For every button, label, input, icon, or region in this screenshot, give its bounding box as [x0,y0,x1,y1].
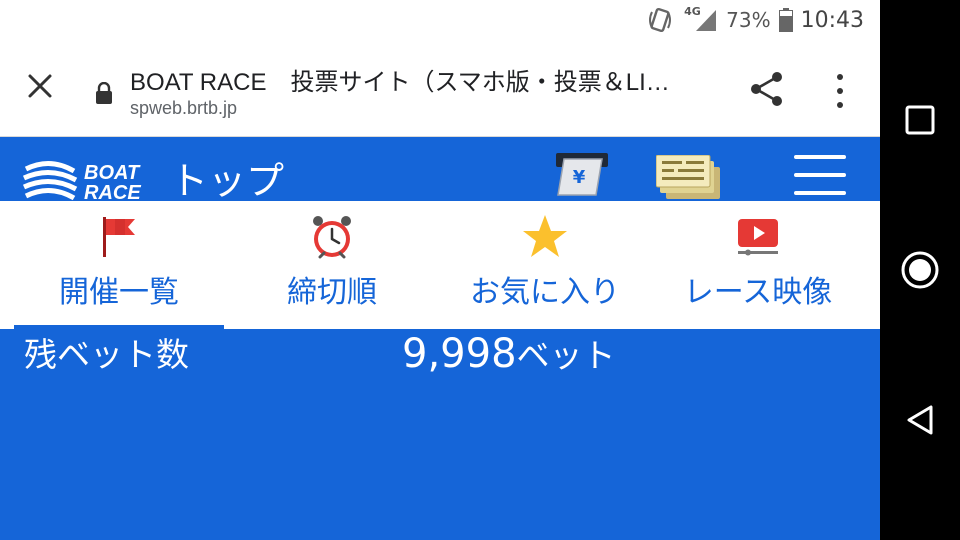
menu-line-icon [794,191,846,195]
main-tab-bar: 開催一覧 締切順 お気に入り レース映像 [0,201,880,329]
main-content: 残ベット数 9,998ベット [0,329,880,540]
tab-label: 締切順 [287,275,377,310]
yen-symbol: ¥ [573,167,586,188]
video-icon [738,219,778,256]
tab-label: 開催一覧 [59,275,179,310]
more-dot-icon [837,88,843,94]
close-icon [28,74,52,98]
tab-favorites[interactable]: お気に入り [444,201,646,329]
nfc-vibrate-icon [649,7,672,33]
browser-toolbar: BOAT RACE 投票サイト（スマホ版・投票＆LI… spweb.brtb.j… [0,40,880,137]
back-triangle-icon [907,405,933,435]
remaining-bets-number: 9,998 [402,331,517,377]
signal-strength: 4G [684,5,718,33]
tab-race-video[interactable]: レース映像 [660,201,856,329]
remaining-bets-label: 残ベット数 [24,335,189,374]
share-icon[interactable] [746,68,788,110]
tab-label: レース映像 [683,275,833,310]
home-button[interactable] [898,248,942,292]
lock-icon [96,82,112,104]
more-options-button[interactable] [824,70,856,112]
remaining-bets-value: 9,998ベット [402,331,616,379]
star-icon [523,215,567,257]
status-bar: 4G 73% 10:43 [0,0,880,40]
remaining-bets-unit: ベット [516,336,616,375]
page-title: BOAT RACE 投票サイト（スマホ版・投票＆LI… [130,69,670,96]
tickets-icon[interactable] [656,155,722,201]
wave-logo-icon [22,161,78,201]
more-dot-icon [837,74,843,80]
more-dot-icon [837,102,843,108]
battery-percent: 73% [726,8,771,32]
menu-line-icon [794,155,846,159]
phone-screen: 4G 73% 10:43 BOAT RACE 投票サイト（スマホ版・投票＆LI…… [0,0,880,540]
site-header: BOAT RACE トップ ¥ [0,137,880,201]
circle-icon [901,251,939,289]
square-icon [905,105,935,135]
tab-schedule-list[interactable]: 開催一覧 [14,201,224,329]
battery-icon [778,8,793,32]
back-button[interactable] [898,398,942,442]
bet-ticket-icon[interactable]: ¥ [552,151,610,199]
flag-icon [103,217,135,257]
alarm-clock-icon [313,216,351,259]
recent-apps-button[interactable] [898,98,942,142]
tab-label: お気に入り [470,275,620,310]
logo-line2: RACE [84,182,141,201]
android-nav-bar [880,0,960,540]
logo-text: BOAT RACE [84,163,141,201]
clock: 10:43 [800,7,864,33]
page-url: spweb.brtb.jp [130,98,238,118]
site-page-title: トップ [170,159,285,201]
signal-icon [696,10,717,31]
hamburger-menu-button[interactable] [794,155,846,195]
logo-line1: BOAT [84,162,140,184]
close-tab-button[interactable] [20,66,60,106]
menu-line-icon [794,173,846,177]
tab-deadline-order[interactable]: 締切順 [232,201,432,329]
boat-race-logo[interactable]: BOAT RACE [22,159,144,201]
